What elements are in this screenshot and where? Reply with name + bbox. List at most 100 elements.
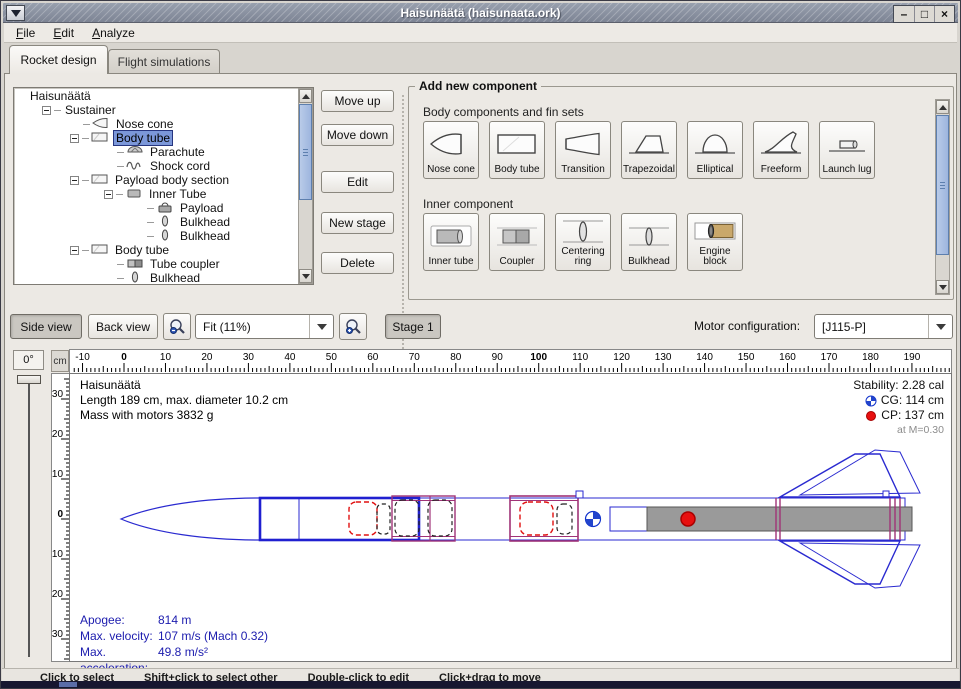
add-nose-cone-button[interactable]: Nose cone (423, 121, 479, 179)
fin-bottom[interactable] (780, 541, 900, 584)
motor-mount-tube[interactable] (610, 507, 647, 531)
svg-text:60: 60 (367, 352, 379, 363)
title-bar[interactable]: Haisunäätä (haisunaata.ork) –□× (3, 3, 958, 23)
tree-item[interactable]: Payload (14, 201, 297, 215)
component-scrollbar[interactable] (935, 99, 950, 295)
scroll-up-icon[interactable] (299, 89, 312, 103)
add-trapezoidal-button[interactable]: Trapezoidal (621, 121, 677, 179)
add-inner-tube-button[interactable]: Inner tube (423, 213, 479, 271)
tree-item[interactable]: Bulkhead (14, 215, 297, 229)
component-button-label: Freeform (761, 165, 802, 178)
add-engine-block-button[interactable]: Engine block (687, 213, 743, 271)
zoom-level-select[interactable]: Fit (11%) (195, 314, 334, 339)
tree-expander-icon[interactable] (70, 134, 79, 143)
fin-far-bottom[interactable] (800, 543, 920, 588)
tab-flight-simulations[interactable]: Flight simulations (108, 49, 220, 74)
scroll-down-icon[interactable] (299, 269, 312, 283)
add-elliptical-button[interactable]: Elliptical (687, 121, 743, 179)
add-centering-ring-button[interactable]: Centering ring (555, 213, 611, 271)
tree-item[interactable]: Parachute (14, 145, 297, 159)
svg-text:40: 40 (284, 352, 296, 363)
motor-configuration-select[interactable]: [J115-P] (814, 314, 953, 339)
maximize-button[interactable]: □ (914, 6, 934, 22)
component-button-label: Elliptical (697, 165, 734, 178)
add-coupler-button[interactable]: Coupler (489, 213, 545, 271)
svg-text:-20: -20 (52, 429, 63, 440)
menu-edit[interactable]: Edit (53, 26, 74, 40)
tree-expander-icon[interactable] (104, 190, 113, 199)
launch-lug-shape[interactable] (576, 491, 583, 498)
cg-icon (865, 395, 877, 407)
stage-1-toggle[interactable]: Stage 1 (385, 314, 441, 339)
rocket-figure-canvas[interactable]: HaisunäätäLength 189 cm, max. diameter 1… (69, 373, 952, 662)
cp-row: CP: 137 cm (853, 408, 944, 423)
tree-expander-icon[interactable] (70, 176, 79, 185)
flight-stat-label: Apogee: (80, 612, 158, 628)
fin-top[interactable] (780, 454, 900, 497)
minimize-button[interactable]: – (894, 6, 914, 22)
magnifier-minus-icon (168, 318, 186, 336)
tree-item[interactable]: Inner Tube (14, 187, 297, 201)
new-stage-button[interactable]: New stage (321, 212, 394, 234)
rotation-slider-handle[interactable] (17, 375, 41, 384)
tree-expander-icon[interactable] (70, 246, 79, 255)
tree-item-label: Bulkhead (178, 229, 232, 243)
tree-item[interactable]: Nose cone (14, 117, 297, 131)
menu-analyze[interactable]: Analyze (92, 26, 135, 40)
tree-item[interactable]: Tube coupler (14, 257, 297, 271)
tree-item[interactable]: Body tube (14, 243, 297, 257)
fin-far-top[interactable] (800, 450, 920, 495)
zoom-in-button[interactable] (339, 313, 367, 340)
add-transition-button[interactable]: Transition (555, 121, 611, 179)
tree-item-label: Parachute (148, 145, 207, 159)
scroll-up-icon[interactable] (936, 100, 949, 114)
menu-file[interactable]: File (16, 26, 35, 40)
stability-info: Stability: 2.28 cal CG: 114 cm CP: 137 c… (853, 378, 944, 438)
tree-item[interactable]: Sustainer (14, 103, 297, 117)
tree-item-label: Bulkhead (148, 271, 202, 284)
add-body-tube-button[interactable]: Body tube (489, 121, 545, 179)
tree-guide-line (82, 138, 89, 139)
svg-text:70: 70 (409, 352, 421, 363)
parachute-shape[interactable] (349, 502, 377, 535)
add-component-title: Add new component (415, 79, 541, 93)
tree-item[interactable]: Shock cord (14, 159, 297, 173)
tree-item[interactable]: Bulkhead (14, 271, 297, 284)
payload-icon (156, 201, 174, 216)
menu-bar: File Edit Analyze (4, 23, 957, 43)
flight-stat-value: 107 m/s (Mach 0.32) (158, 628, 268, 644)
cg-marker[interactable] (586, 512, 601, 527)
bulkhead-icon (126, 271, 144, 285)
tab-rocket-design[interactable]: Rocket design (9, 45, 108, 74)
move-down-button[interactable]: Move down (321, 124, 394, 146)
tree-guide-line (116, 194, 123, 195)
component-scrollbar-thumb[interactable] (936, 115, 949, 255)
back-view-button[interactable]: Back view (88, 314, 158, 339)
cp-marker[interactable] (681, 512, 695, 526)
tree-guide-line (117, 166, 124, 167)
add-launch-lug-button[interactable]: Launch lug (819, 121, 875, 179)
tree-scrollbar-thumb[interactable] (299, 104, 312, 200)
side-view-button[interactable]: Side view (10, 314, 82, 339)
tree-item[interactable]: Payload body section (14, 173, 297, 187)
tree-scrollbar[interactable] (298, 88, 313, 284)
move-up-button[interactable]: Move up (321, 90, 394, 112)
nose-cone-shape[interactable] (121, 498, 260, 540)
zoom-out-button[interactable] (163, 313, 191, 340)
tree-item[interactable]: Body tube (14, 131, 297, 145)
close-button[interactable]: × (934, 6, 954, 22)
add-bulkhead-button[interactable]: Bulkhead (621, 213, 677, 271)
tree-expander-icon[interactable] (42, 106, 51, 115)
add-freeform-button[interactable]: Freeform (753, 121, 809, 179)
body-tube-icon (91, 243, 109, 258)
edit-button[interactable]: Edit (321, 171, 394, 193)
tree-item[interactable]: Bulkhead (14, 229, 297, 243)
delete-button[interactable]: Delete (321, 252, 394, 274)
component-button-label: Transition (561, 165, 605, 178)
tree-item-label: Nose cone (114, 117, 175, 131)
scroll-down-icon[interactable] (936, 280, 949, 294)
tree-item[interactable]: Haisunäätä (14, 89, 297, 103)
payload-shape[interactable] (395, 500, 419, 536)
shock-cord-shape[interactable] (377, 504, 390, 534)
rotation-slider-track[interactable] (28, 377, 30, 657)
